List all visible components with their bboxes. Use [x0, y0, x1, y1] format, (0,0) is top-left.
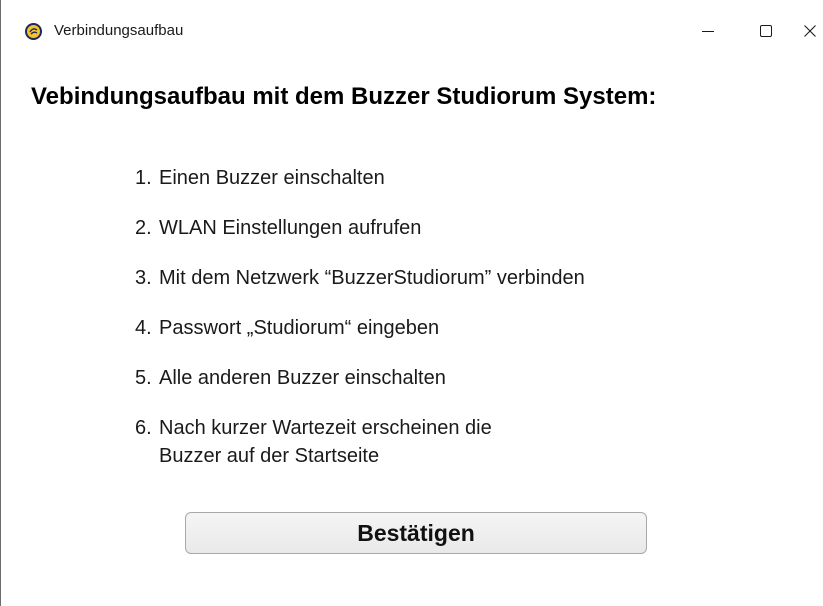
- step-text-continuation: Buzzer auf der Startseite: [159, 445, 380, 467]
- minimize-button[interactable]: [679, 0, 737, 62]
- step-number: 2.: [135, 217, 152, 239]
- page-heading: Vebindungsaufbau mit dem Buzzer Studioru…: [31, 83, 657, 110]
- maximize-button[interactable]: [737, 0, 795, 62]
- step-number: 1.: [135, 167, 152, 189]
- close-icon: [803, 25, 816, 37]
- buzzer-logo-icon: [25, 23, 42, 40]
- list-item: 6. Nach kurzer Wartezeit erscheinen die B…: [135, 414, 492, 470]
- dialog-window: Verbindungsaufbau Vebindungsaufbau mit d…: [0, 0, 823, 606]
- step-number: 5.: [135, 367, 152, 389]
- step-text: Alle anderen Buzzer einschalten: [159, 367, 446, 389]
- window-title: Verbindungsaufbau: [54, 22, 184, 39]
- step-text: Mit dem Netzwerk “BuzzerStudiorum” verbi…: [159, 267, 585, 289]
- step-text: Passwort „Studiorum“ eingeben: [159, 317, 440, 339]
- step-number: 4.: [135, 317, 152, 339]
- confirm-button[interactable]: Bestätigen: [185, 512, 647, 554]
- minimize-icon: [702, 31, 714, 32]
- step-text: Einen Buzzer einschalten: [159, 167, 385, 189]
- list-item: 3. Mit dem Netzwerk “BuzzerStudiorum” ver…: [135, 264, 585, 292]
- maximize-icon: [760, 25, 772, 37]
- list-item: 5. Alle anderen Buzzer einschalten: [135, 364, 446, 392]
- list-item: 2. WLAN Einstellungen aufrufen: [135, 214, 421, 242]
- close-button[interactable]: [795, 0, 823, 62]
- list-item: 4. Passwort „Studiorum“ eingeben: [135, 314, 439, 342]
- step-number: 6.: [135, 417, 152, 439]
- title-bar[interactable]: Verbindungsaufbau: [1, 0, 823, 62]
- step-text: Nach kurzer Wartezeit erscheinen die: [159, 417, 492, 439]
- step-number: 3.: [135, 267, 152, 289]
- step-text: WLAN Einstellungen aufrufen: [159, 217, 422, 239]
- list-item: 1. Einen Buzzer einschalten: [135, 164, 385, 192]
